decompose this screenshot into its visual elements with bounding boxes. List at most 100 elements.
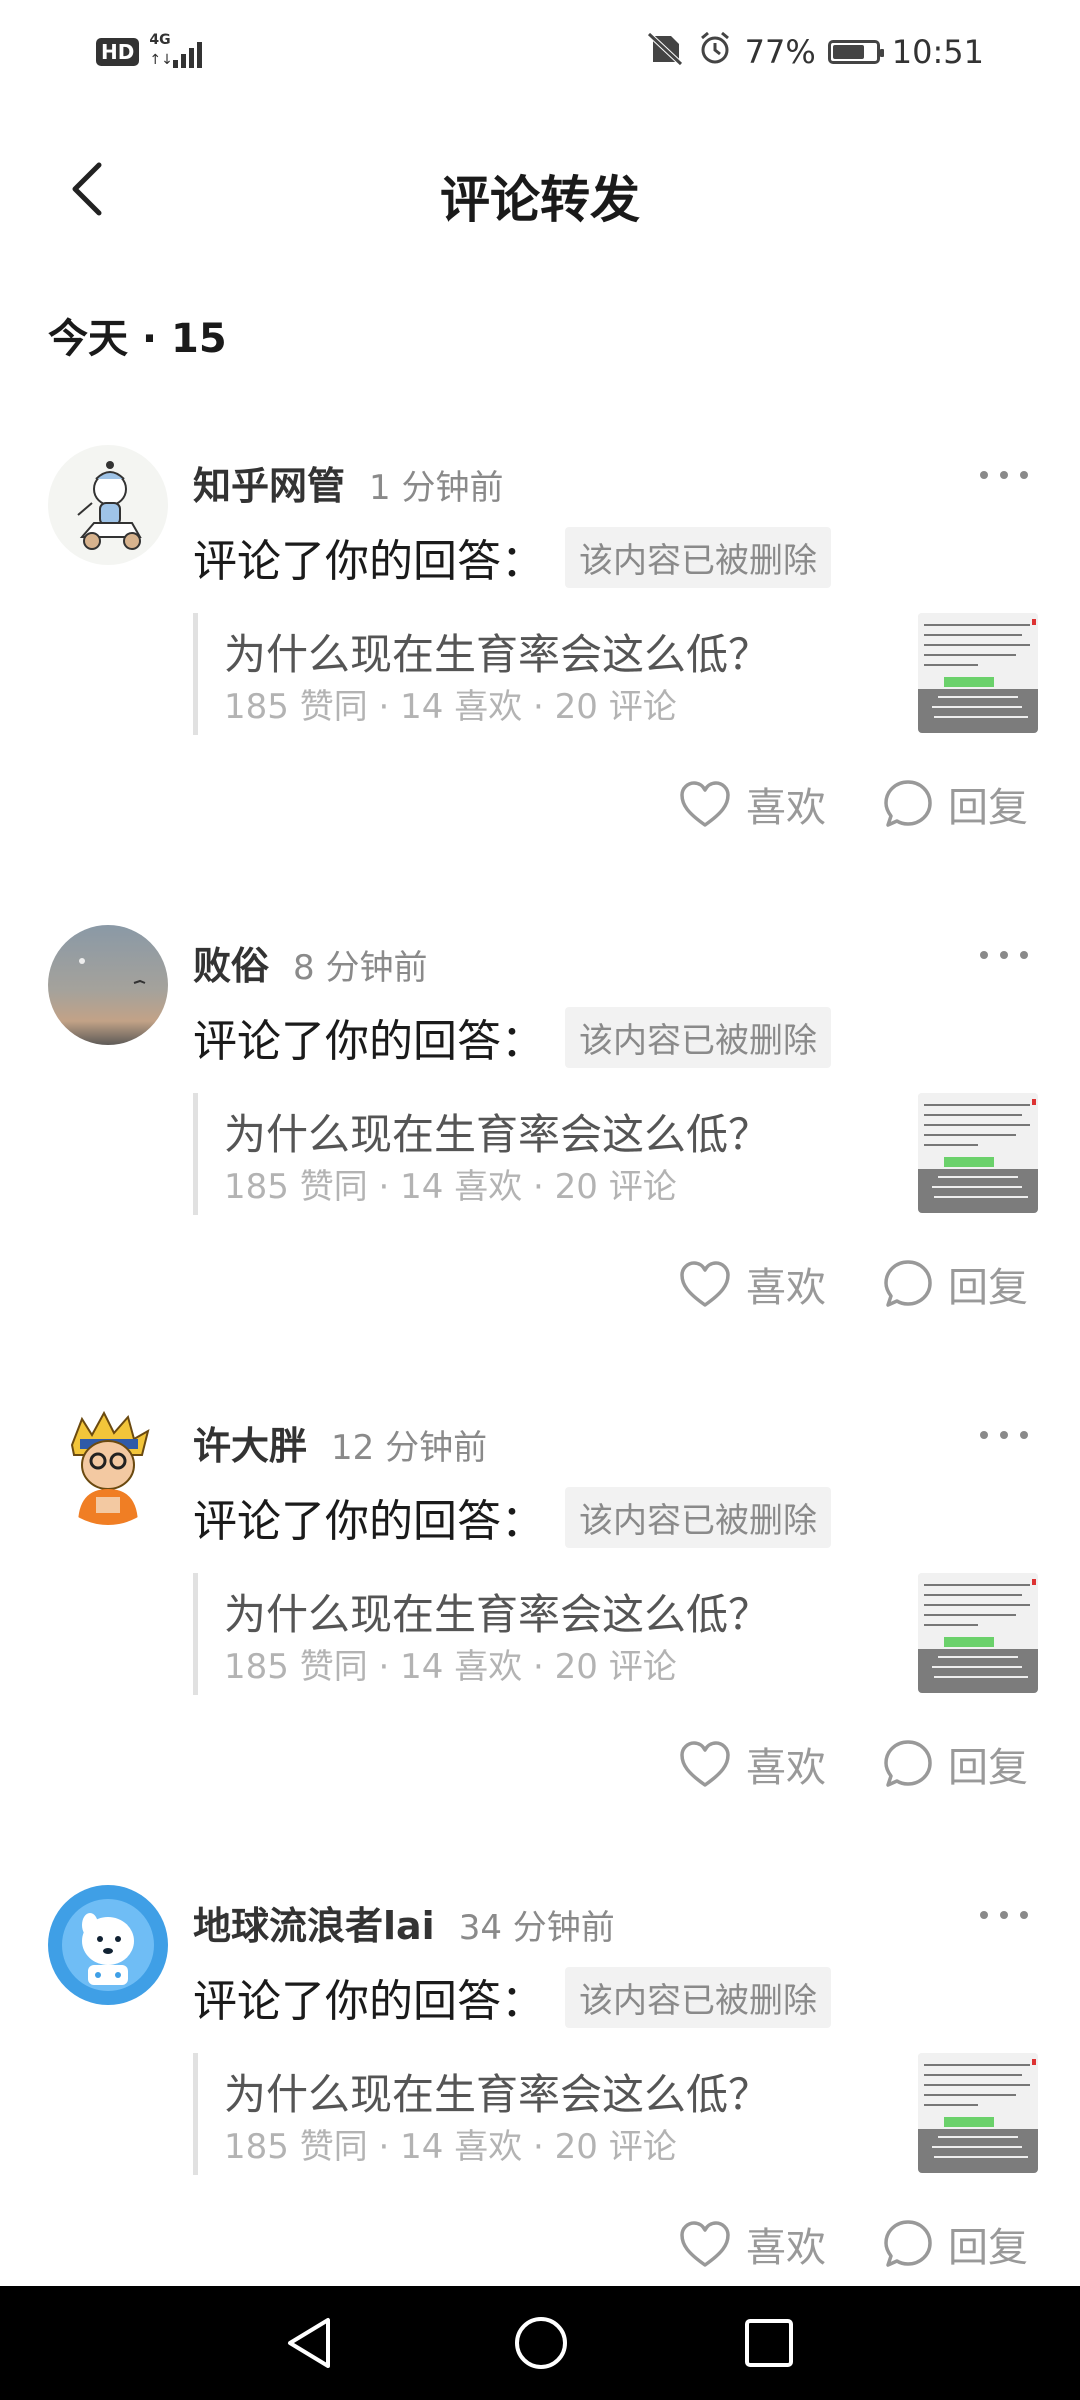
item-actions: 喜欢 回复 [678, 775, 1028, 833]
avatar[interactable] [48, 1885, 168, 2005]
reply-label: 回复 [948, 785, 1028, 831]
reply-label: 回复 [948, 1745, 1028, 1791]
heart-icon [680, 1261, 730, 1307]
comment-bubble-icon [884, 2220, 932, 2267]
system-nav-bar [0, 2286, 1080, 2400]
question-title: 为什么现在生育率会这么低？ [224, 1110, 771, 1159]
user-name[interactable]: 知乎网管 [193, 464, 345, 508]
quoted-answer[interactable]: 为什么现在生育率会这么低？ 185 赞同 · 14 喜欢 · 20 评论 [193, 613, 1038, 735]
time-ago: 12 分钟前 [331, 1428, 488, 1468]
notification-item[interactable]: 知乎网管 1 分钟前 评论了你的回答： 该内容已被删除 为什么现在生育率会这么低？… [0, 445, 1080, 925]
question-title: 为什么现在生育率会这么低？ [224, 2070, 771, 2119]
nav-back-button[interactable] [274, 2308, 344, 2378]
item-actions: 喜欢 回复 [678, 1735, 1028, 1793]
reply-button[interactable]: 回复 [882, 2215, 1028, 2273]
heart-icon [680, 1741, 730, 1787]
user-name[interactable]: 败俗 [193, 944, 269, 988]
action-line: 评论了你的回答： 该内容已被删除 [193, 1005, 831, 1069]
deleted-badge: 该内容已被删除 [565, 526, 831, 588]
user-name-line: 许大胖 12 分钟前 [193, 1415, 487, 1470]
answer-stats: 185 赞同 · 14 喜欢 · 20 评论 [224, 1647, 677, 1687]
heart-icon [680, 781, 730, 827]
reply-button[interactable]: 回复 [882, 775, 1028, 833]
user-name[interactable]: 地球流浪者lai [193, 1904, 435, 1948]
avatar[interactable] [48, 445, 168, 565]
comment-bubble-icon [884, 1260, 932, 1307]
nav-recents-button[interactable] [734, 2308, 804, 2378]
user-name-line: 地球流浪者lai 34 分钟前 [193, 1895, 615, 1950]
time-ago: 8 分钟前 [293, 948, 428, 988]
battery-icon [827, 40, 884, 64]
action-text: 评论了你的回答： [193, 536, 545, 587]
status-bar: HD 4G ↑↓ 77% 10:51 [0, 0, 1080, 105]
like-button[interactable]: 喜欢 [678, 1255, 826, 1313]
like-label: 喜欢 [746, 1745, 826, 1791]
notification-item[interactable]: 败俗 8 分钟前 评论了你的回答： 该内容已被删除 为什么现在生育率会这么低？ 1… [0, 925, 1080, 1405]
circle-home-icon [515, 2317, 567, 2369]
signal-icon: 4G ↑↓ [149, 32, 211, 70]
triangle-back-icon [288, 2318, 330, 2368]
action-text: 评论了你的回答： [193, 1016, 545, 1067]
like-label: 喜欢 [746, 1265, 826, 1311]
status-left: HD 4G ↑↓ [96, 32, 211, 70]
notification-item[interactable]: 许大胖 12 分钟前 评论了你的回答： 该内容已被删除 为什么现在生育率会这么低？… [0, 1405, 1080, 1885]
answer-thumbnail [918, 1093, 1038, 1213]
user-name-line: 知乎网管 1 分钟前 [193, 455, 503, 510]
like-button[interactable]: 喜欢 [678, 1735, 826, 1793]
like-button[interactable]: 喜欢 [678, 2215, 826, 2273]
action-line: 评论了你的回答： 该内容已被删除 [193, 1485, 831, 1549]
network-type: 4G [149, 32, 171, 48]
action-text: 评论了你的回答： [193, 1496, 545, 1547]
more-button[interactable] [980, 463, 1028, 487]
answer-thumbnail [918, 613, 1038, 733]
action-text: 评论了你的回答： [193, 1976, 545, 2027]
battery-percent: 77% [744, 33, 816, 71]
header: 评论转发 [0, 130, 1080, 250]
nav-home-button[interactable] [506, 2308, 576, 2378]
user-name[interactable]: 许大胖 [193, 1424, 307, 1468]
reply-label: 回复 [948, 1265, 1028, 1311]
reply-label: 回复 [948, 2225, 1028, 2271]
like-label: 喜欢 [746, 785, 826, 831]
answer-thumbnail [918, 2053, 1038, 2173]
item-actions: 喜欢 回复 [678, 1255, 1028, 1313]
alarm-icon [697, 30, 733, 74]
item-actions: 喜欢 回复 [678, 2215, 1028, 2273]
comment-bubble-icon [884, 1740, 932, 1787]
deleted-badge: 该内容已被删除 [565, 1966, 831, 2028]
quoted-answer[interactable]: 为什么现在生育率会这么低？ 185 赞同 · 14 喜欢 · 20 评论 [193, 2053, 1038, 2175]
page-title: 评论转发 [440, 171, 640, 229]
status-right: 77% 10:51 [645, 30, 984, 74]
heart-icon [680, 2221, 730, 2267]
answer-stats: 185 赞同 · 14 喜欢 · 20 评论 [224, 687, 677, 727]
comment-bubble-icon [884, 780, 932, 827]
avatar[interactable] [48, 1405, 168, 1525]
quoted-answer[interactable]: 为什么现在生育率会这么低？ 185 赞同 · 14 喜欢 · 20 评论 [193, 1093, 1038, 1215]
deleted-badge: 该内容已被删除 [565, 1486, 831, 1548]
question-title: 为什么现在生育率会这么低？ [224, 1590, 771, 1639]
like-button[interactable]: 喜欢 [678, 775, 826, 833]
hd-badge: HD [96, 38, 140, 66]
more-button[interactable] [980, 1423, 1028, 1447]
deleted-badge: 该内容已被删除 [565, 1006, 831, 1068]
more-button[interactable] [980, 1903, 1028, 1927]
quoted-answer[interactable]: 为什么现在生育率会这么低？ 185 赞同 · 14 喜欢 · 20 评论 [193, 1573, 1038, 1695]
more-button[interactable] [980, 943, 1028, 967]
clock: 10:51 [891, 33, 984, 71]
user-name-line: 败俗 8 分钟前 [193, 935, 427, 990]
no-sim-icon [645, 30, 685, 74]
action-line: 评论了你的回答： 该内容已被删除 [193, 1965, 831, 2029]
answer-thumbnail [918, 1573, 1038, 1693]
answer-stats: 185 赞同 · 14 喜欢 · 20 评论 [224, 2127, 677, 2167]
reply-button[interactable]: 回复 [882, 1255, 1028, 1313]
section-title: 今天 · 15 [48, 316, 227, 362]
time-ago: 34 分钟前 [458, 1908, 615, 1948]
square-recents-icon [745, 2319, 793, 2367]
action-line: 评论了你的回答： 该内容已被删除 [193, 525, 831, 589]
time-ago: 1 分钟前 [369, 468, 504, 508]
reply-button[interactable]: 回复 [882, 1735, 1028, 1793]
question-title: 为什么现在生育率会这么低？ [224, 630, 771, 679]
answer-stats: 185 赞同 · 14 喜欢 · 20 评论 [224, 1167, 677, 1207]
avatar[interactable] [48, 925, 168, 1045]
like-label: 喜欢 [746, 2225, 826, 2271]
